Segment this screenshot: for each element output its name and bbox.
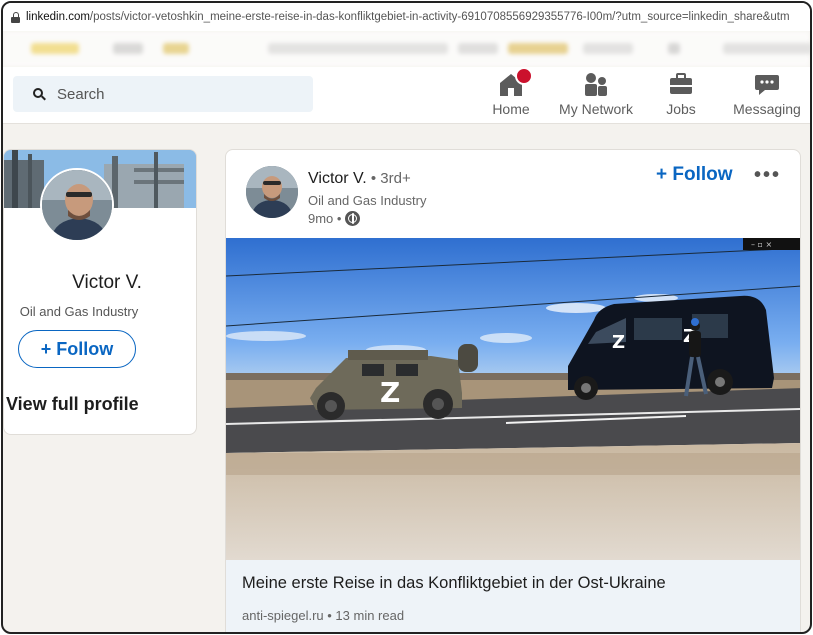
post-timestamp: 9mo • — [308, 211, 361, 226]
svg-text:– ▫ ×: – ▫ × — [751, 240, 772, 249]
post-author-headline: Oil and Gas Industry — [308, 193, 427, 208]
nav-item-home[interactable]: Home — [489, 67, 533, 117]
linkedin-nav-bar: Home My Network Jobs — [3, 67, 810, 124]
url-path: /posts/victor-vetoshkin_meine-erste-reis… — [89, 11, 790, 23]
screenshot-frame: linkedin.com/posts/victor-vetoshkin_mein… — [1, 1, 812, 634]
z-mark-vehicle: Z — [380, 376, 400, 409]
nav-label-messaging: Messaging — [733, 101, 801, 117]
messaging-icon — [752, 69, 782, 99]
browser-url-bar[interactable]: linkedin.com/posts/victor-vetoshkin_mein… — [3, 3, 810, 31]
lock-icon — [11, 11, 20, 23]
view-full-profile-link[interactable]: View full profile — [6, 394, 139, 415]
more-options-icon[interactable]: ••• — [754, 164, 781, 187]
nav-label-home: Home — [492, 101, 530, 117]
post-time-text: 9mo • — [308, 211, 342, 226]
profile-card: Victor V. Oil and Gas Industry + Follow … — [3, 149, 197, 435]
post-author-avatar[interactable] — [246, 166, 298, 218]
briefcase-icon — [666, 69, 696, 99]
nav-label-my-network: My Network — [559, 101, 633, 117]
post-follow-button[interactable]: + Follow — [656, 164, 733, 186]
nav-label-jobs: Jobs — [666, 101, 696, 117]
search-bar[interactable] — [13, 76, 313, 112]
search-icon — [33, 88, 46, 101]
profile-follow-button[interactable]: + Follow — [18, 330, 136, 368]
article-title[interactable]: Meine erste Reise in das Konfliktgebiet … — [242, 574, 666, 593]
nav-item-messaging[interactable]: Messaging — [731, 69, 803, 117]
profile-name: Victor V. — [72, 272, 142, 293]
article-image[interactable]: – ▫ × Z Z — [226, 238, 801, 560]
post-card: Victor V. • 3rd+ Oil and Gas Industry 9m… — [225, 149, 801, 632]
post-author-name: Victor V. — [308, 170, 367, 187]
article-source-meta: anti-spiegel.ru • 13 min read — [242, 608, 405, 623]
profile-headline: Oil and Gas Industry — [19, 304, 139, 319]
home-icon — [496, 67, 533, 99]
globe-icon — [345, 211, 361, 226]
z-mark-van-1: Z — [612, 332, 625, 353]
nav-item-jobs[interactable]: Jobs — [663, 69, 699, 117]
network-icon — [581, 69, 611, 99]
nav-item-my-network[interactable]: My Network — [555, 69, 637, 117]
post-author[interactable]: Victor V. • 3rd+ — [308, 170, 411, 188]
profile-avatar[interactable] — [40, 168, 114, 242]
connection-degree: • 3rd+ — [366, 170, 411, 187]
search-input[interactable] — [55, 84, 289, 104]
bookmarks-bar — [3, 31, 810, 67]
url-host: linkedin.com — [26, 11, 90, 23]
